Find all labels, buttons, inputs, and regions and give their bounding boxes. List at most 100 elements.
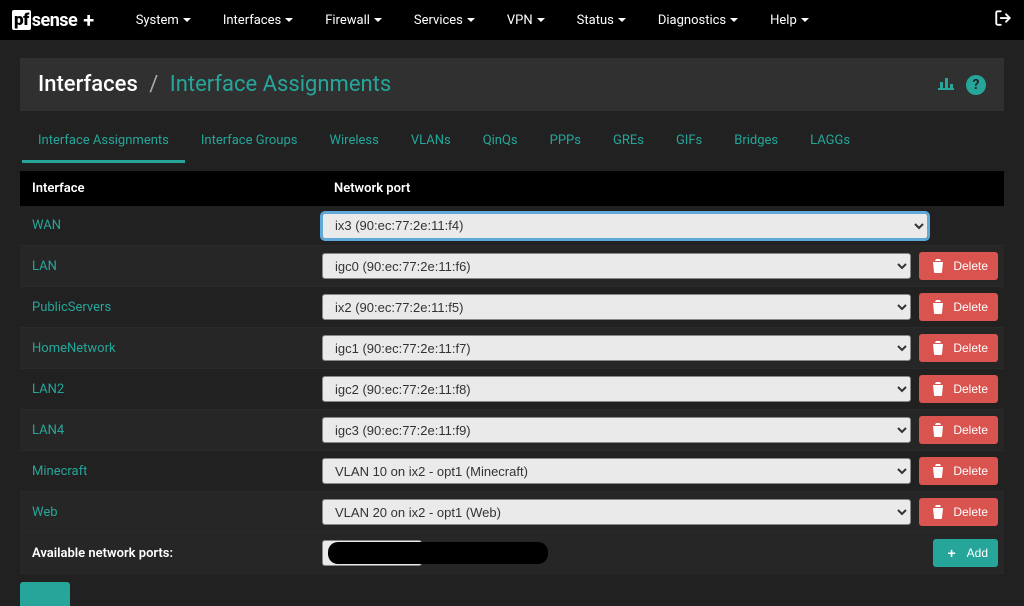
table-row: LANigc0 (90:ec:77:2e:11:f6) Delete: [20, 246, 1004, 287]
nav-item-label: Help: [770, 13, 797, 28]
nav-item-services[interactable]: Services: [398, 13, 491, 28]
tab-laggs[interactable]: LAGGs: [794, 121, 866, 163]
nav-item-system[interactable]: System: [120, 13, 207, 28]
delete-button[interactable]: Delete: [919, 416, 998, 444]
col-network-port: Network port: [322, 171, 1004, 206]
logo-pf: pf: [12, 10, 31, 30]
table-header: Interface Network port: [20, 171, 1004, 206]
network-port-select[interactable]: igc0 (90:ec:77:2e:11:f6): [322, 253, 911, 279]
available-ports-row: Available network ports: + Add: [20, 533, 1004, 574]
network-port-select[interactable]: ix2 (90:ec:77:2e:11:f5): [322, 294, 911, 320]
available-ports-label: Available network ports:: [20, 540, 322, 567]
trash-icon: [929, 339, 947, 357]
nav-item-status[interactable]: Status: [561, 13, 642, 28]
port-cell: igc2 (90:ec:77:2e:11:f8) Delete: [322, 375, 1004, 403]
table-row: WebVLAN 20 on ix2 - opt1 (Web) Delete: [20, 492, 1004, 533]
top-navbar: pfsense+ System Interfaces Firewall Service…: [0, 0, 1024, 40]
interface-link[interactable]: HomeNetwork: [20, 335, 322, 362]
interface-link[interactable]: WAN: [20, 212, 322, 239]
port-cell: ix3 (90:ec:77:2e:11:f4): [322, 213, 1004, 239]
logo-plus: +: [83, 8, 93, 32]
breadcrumb-sep: /: [149, 72, 158, 97]
delete-button-label: Delete: [953, 464, 988, 478]
col-interface: Interface: [20, 171, 322, 206]
interface-link[interactable]: LAN2: [20, 376, 322, 403]
trash-icon: [929, 257, 947, 275]
network-port-select[interactable]: VLAN 20 on ix2 - opt1 (Web): [322, 499, 911, 525]
tab-bridges[interactable]: Bridges: [718, 121, 794, 163]
nav-item-label: Firewall: [325, 13, 370, 28]
delete-button-label: Delete: [953, 423, 988, 437]
tab-interface-assignments[interactable]: Interface Assignments: [22, 121, 185, 163]
nav-item-label: VPN: [507, 13, 533, 28]
nav-item-vpn[interactable]: VPN: [491, 13, 561, 28]
help-icon[interactable]: ?: [966, 75, 986, 95]
tab-vlans[interactable]: VLANs: [395, 121, 467, 163]
chevron-down-icon: [537, 18, 545, 22]
delete-button[interactable]: Delete: [919, 457, 998, 485]
chevron-down-icon: [730, 18, 738, 22]
delete-button-label: Delete: [953, 259, 988, 273]
breadcrumb-sub[interactable]: Interface Assignments: [170, 72, 391, 97]
nav-item-label: Status: [577, 13, 614, 28]
interface-link[interactable]: PublicServers: [20, 294, 322, 321]
nav-item-diagnostics[interactable]: Diagnostics: [642, 13, 754, 28]
plus-icon: +: [943, 544, 961, 562]
port-cell: VLAN 10 on ix2 - opt1 (Minecraft) Delete: [322, 457, 1004, 485]
logout-icon[interactable]: [994, 9, 1012, 32]
chevron-down-icon: [285, 18, 293, 22]
nav-item-label: Diagnostics: [658, 13, 726, 28]
interface-link[interactable]: LAN4: [20, 417, 322, 444]
redacted-overlay: [328, 542, 548, 564]
breadcrumb-main[interactable]: Interfaces: [38, 72, 138, 97]
network-port-select[interactable]: igc1 (90:ec:77:2e:11:f7): [322, 335, 911, 361]
save-button-partial[interactable]: [20, 582, 70, 606]
port-cell: ix2 (90:ec:77:2e:11:f5) Delete: [322, 293, 1004, 321]
logo-sense: sense: [32, 10, 78, 31]
chevron-down-icon: [374, 18, 382, 22]
add-button-label: Add: [967, 546, 988, 560]
tab-qinqs[interactable]: QinQs: [467, 121, 534, 163]
interface-link[interactable]: Web: [20, 499, 322, 526]
page-header: Interfaces / Interface Assignments ?: [20, 58, 1004, 111]
delete-button[interactable]: Delete: [919, 498, 998, 526]
nav-item-interfaces[interactable]: Interfaces: [207, 13, 309, 28]
nav-item-help[interactable]: Help: [754, 13, 825, 28]
trash-icon: [929, 380, 947, 398]
port-cell: VLAN 20 on ix2 - opt1 (Web) Delete: [322, 498, 1004, 526]
nav-item-firewall[interactable]: Firewall: [309, 13, 398, 28]
table-row: MinecraftVLAN 10 on ix2 - opt1 (Minecraf…: [20, 451, 1004, 492]
tab-interface-groups[interactable]: Interface Groups: [185, 121, 314, 163]
trash-icon: [929, 298, 947, 316]
logo[interactable]: pfsense+: [12, 8, 94, 32]
delete-button[interactable]: Delete: [919, 293, 998, 321]
network-port-select[interactable]: igc2 (90:ec:77:2e:11:f8): [322, 376, 911, 402]
tab-gres[interactable]: GREs: [597, 121, 660, 163]
interface-link[interactable]: LAN: [20, 253, 322, 280]
nav-item-label: Interfaces: [223, 13, 281, 28]
nav-item-label: System: [136, 13, 179, 28]
network-port-select[interactable]: ix3 (90:ec:77:2e:11:f4): [322, 213, 928, 239]
network-port-select[interactable]: VLAN 10 on ix2 - opt1 (Minecraft): [322, 458, 911, 484]
table-row: PublicServersix2 (90:ec:77:2e:11:f5) Dele…: [20, 287, 1004, 328]
delete-button[interactable]: Delete: [919, 252, 998, 280]
interface-link[interactable]: Minecraft: [20, 458, 322, 485]
add-button[interactable]: + Add: [933, 539, 998, 567]
delete-button[interactable]: Delete: [919, 334, 998, 362]
tab-ppps[interactable]: PPPs: [534, 121, 597, 163]
assignments-table: Interface Network port WANix3 (90:ec:77:…: [20, 171, 1004, 574]
tabs: Interface AssignmentsInterface GroupsWir…: [0, 121, 1024, 163]
tab-wireless[interactable]: Wireless: [313, 121, 394, 163]
header-actions: ?: [938, 75, 986, 95]
chevron-down-icon: [801, 18, 809, 22]
delete-button-label: Delete: [953, 300, 988, 314]
network-port-select[interactable]: igc3 (90:ec:77:2e:11:f9): [322, 417, 911, 443]
nav-item-label: Services: [414, 13, 463, 28]
table-row: WANix3 (90:ec:77:2e:11:f4): [20, 206, 1004, 246]
table-row: HomeNetworkigc1 (90:ec:77:2e:11:f7) Delet…: [20, 328, 1004, 369]
delete-button[interactable]: Delete: [919, 375, 998, 403]
tab-gifs[interactable]: GIFs: [660, 121, 718, 163]
port-cell: igc3 (90:ec:77:2e:11:f9) Delete: [322, 416, 1004, 444]
delete-button-label: Delete: [953, 382, 988, 396]
status-chart-icon[interactable]: [938, 76, 954, 94]
